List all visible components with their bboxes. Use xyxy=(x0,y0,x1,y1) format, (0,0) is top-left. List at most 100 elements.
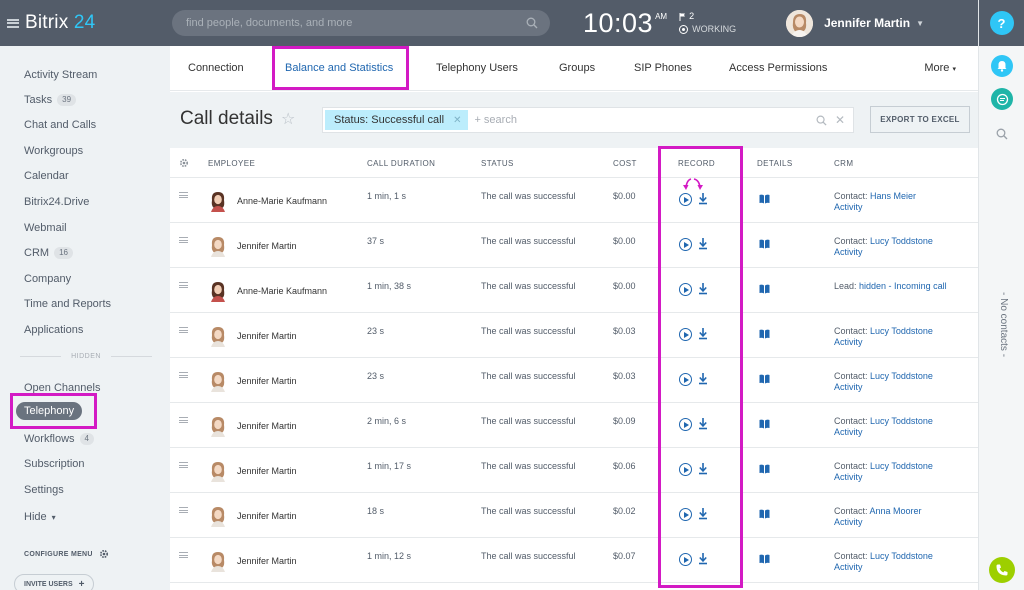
employee-avatar[interactable] xyxy=(208,460,228,482)
employee-name[interactable]: Jennifer Martin xyxy=(237,556,297,566)
details-book-icon[interactable] xyxy=(759,554,770,564)
employee-avatar[interactable] xyxy=(208,550,228,572)
export-to-excel-button[interactable]: EXPORT TO EXCEL xyxy=(870,106,970,133)
sidebar-item-workflows[interactable]: Workflows 4 xyxy=(24,431,94,447)
crm-entity-link[interactable]: Lucy Toddstone xyxy=(870,416,933,426)
column-header-details[interactable]: DETAILS xyxy=(757,159,793,168)
close-icon[interactable]: ✕ xyxy=(453,115,461,126)
tab-telephony-users[interactable]: Telephony Users xyxy=(436,62,518,74)
crm-activity-link[interactable]: Activity xyxy=(834,247,863,257)
employee-avatar[interactable] xyxy=(208,505,228,527)
crm-entity-link[interactable]: Hans Meier xyxy=(870,191,916,201)
details-book-icon[interactable] xyxy=(759,194,770,204)
notifications-button[interactable] xyxy=(991,55,1013,77)
sidebar-item-telephony[interactable]: Telephony xyxy=(16,402,83,420)
drag-handle-icon[interactable] xyxy=(179,237,188,243)
drag-handle-icon[interactable] xyxy=(179,372,188,378)
employee-avatar[interactable] xyxy=(208,325,228,347)
crm-entity-link[interactable]: Lucy Toddstone xyxy=(870,371,933,381)
details-book-icon[interactable] xyxy=(759,329,770,339)
crm-entity-link[interactable]: Lucy Toddstone xyxy=(870,461,933,471)
global-search[interactable] xyxy=(172,10,550,36)
filter-chip[interactable]: Status: Successful call ✕ xyxy=(325,110,469,130)
sidebar-item-activity-stream[interactable]: Activity Stream xyxy=(24,67,97,83)
search-icon[interactable] xyxy=(816,115,827,126)
crm-activity-link[interactable]: Activity xyxy=(834,382,863,392)
employee-name[interactable]: Jennifer Martin xyxy=(237,511,297,521)
sidebar-item-applications[interactable]: Applications xyxy=(24,322,83,338)
user-avatar[interactable] xyxy=(786,9,814,37)
details-book-icon[interactable] xyxy=(759,284,770,294)
drag-handle-icon[interactable] xyxy=(179,282,188,288)
crm-activity-link[interactable]: Activity xyxy=(834,202,863,212)
tab-connection[interactable]: Connection xyxy=(188,62,244,74)
employee-name[interactable]: Anne-Marie Kaufmann xyxy=(237,286,327,296)
crm-activity-link[interactable]: Activity xyxy=(834,427,863,437)
sidebar-item-crm[interactable]: CRM 16 xyxy=(24,245,73,261)
drag-handle-icon[interactable] xyxy=(179,507,188,513)
search-icon[interactable] xyxy=(996,128,1008,140)
employee-name[interactable]: Jennifer Martin xyxy=(237,466,297,476)
crm-activity-link[interactable]: Activity xyxy=(834,562,863,572)
employee-name[interactable]: Anne-Marie Kaufmann xyxy=(237,196,327,206)
column-header-status[interactable]: STATUS xyxy=(481,159,514,168)
sidebar-item-calendar[interactable]: Calendar xyxy=(24,168,69,184)
star-icon[interactable]: ☆ xyxy=(281,109,295,129)
clear-icon[interactable]: ✕ xyxy=(835,113,845,127)
user-menu[interactable]: Jennifer Martin ▼ xyxy=(786,9,924,37)
drag-handle-icon[interactable] xyxy=(179,417,188,423)
column-header-cost[interactable]: COST xyxy=(613,159,637,168)
crm-activity-link[interactable]: Activity xyxy=(834,337,863,347)
filter-search-input[interactable] xyxy=(474,114,816,126)
employee-name[interactable]: Jennifer Martin xyxy=(237,376,297,386)
employee-avatar[interactable] xyxy=(208,190,228,212)
drag-handle-icon[interactable] xyxy=(179,327,188,333)
drag-handle-icon[interactable] xyxy=(179,192,188,198)
crm-activity-link[interactable]: Activity xyxy=(834,472,863,482)
sidebar-item-drive[interactable]: Bitrix24.Drive xyxy=(24,194,89,210)
employee-avatar[interactable] xyxy=(208,370,228,392)
sidebar-item-webmail[interactable]: Webmail xyxy=(24,220,67,236)
details-book-icon[interactable] xyxy=(759,239,770,249)
sidebar-item-chat-and-calls[interactable]: Chat and Calls xyxy=(24,117,96,133)
sidebar-item-company[interactable]: Company xyxy=(24,271,71,287)
employee-avatar[interactable] xyxy=(208,415,228,437)
gear-icon[interactable] xyxy=(179,158,189,168)
tab-groups[interactable]: Groups xyxy=(559,62,595,74)
work-day-status[interactable]: 2 WORKING xyxy=(679,10,736,36)
call-button[interactable] xyxy=(989,557,1015,583)
details-book-icon[interactable] xyxy=(759,464,770,474)
chat-button[interactable] xyxy=(991,88,1013,110)
column-header-employee[interactable]: EMPLOYEE xyxy=(208,159,255,168)
filter-search[interactable]: Status: Successful call ✕ ✕ xyxy=(322,107,854,133)
crm-entity-link[interactable]: hidden - Incoming call xyxy=(859,281,947,291)
clock[interactable]: 10:03 AM xyxy=(583,8,667,38)
invite-users-button[interactable]: INVITE USERS + xyxy=(14,574,95,590)
sidebar-item-time-and-reports[interactable]: Time and Reports xyxy=(24,296,111,312)
sidebar-item-hide[interactable]: Hide ▾ xyxy=(24,509,56,525)
details-book-icon[interactable] xyxy=(759,374,770,384)
employee-name[interactable]: Jennifer Martin xyxy=(237,241,297,251)
crm-activity-link[interactable]: Activity xyxy=(834,517,863,527)
sidebar-item-settings[interactable]: Settings xyxy=(24,482,64,498)
crm-entity-link[interactable]: Anna Moorer xyxy=(870,506,922,516)
crm-entity-link[interactable]: Lucy Toddstone xyxy=(870,551,933,561)
crm-entity-link[interactable]: Lucy Toddstone xyxy=(870,326,933,336)
tab-more[interactable]: More ▾ xyxy=(924,62,956,74)
employee-avatar[interactable] xyxy=(208,235,228,257)
sidebar-item-tasks[interactable]: Tasks 39 xyxy=(24,92,77,108)
sidebar-item-subscription[interactable]: Subscription xyxy=(24,456,85,472)
employee-avatar[interactable] xyxy=(208,280,228,302)
configure-menu-button[interactable]: CONFIGURE MENU xyxy=(24,549,109,559)
column-header-crm[interactable]: CRM xyxy=(834,159,853,168)
employee-name[interactable]: Jennifer Martin xyxy=(237,331,297,341)
global-search-input[interactable] xyxy=(186,17,526,29)
crm-entity-link[interactable]: Lucy Toddstone xyxy=(870,236,933,246)
details-book-icon[interactable] xyxy=(759,509,770,519)
column-header-call-duration[interactable]: CALL DURATION xyxy=(367,159,435,168)
help-button[interactable]: ? xyxy=(989,11,1014,35)
search-icon[interactable] xyxy=(526,17,538,29)
details-book-icon[interactable] xyxy=(759,419,770,429)
logo[interactable]: Bitrix 24 xyxy=(7,12,172,34)
menu-icon[interactable] xyxy=(7,18,19,28)
